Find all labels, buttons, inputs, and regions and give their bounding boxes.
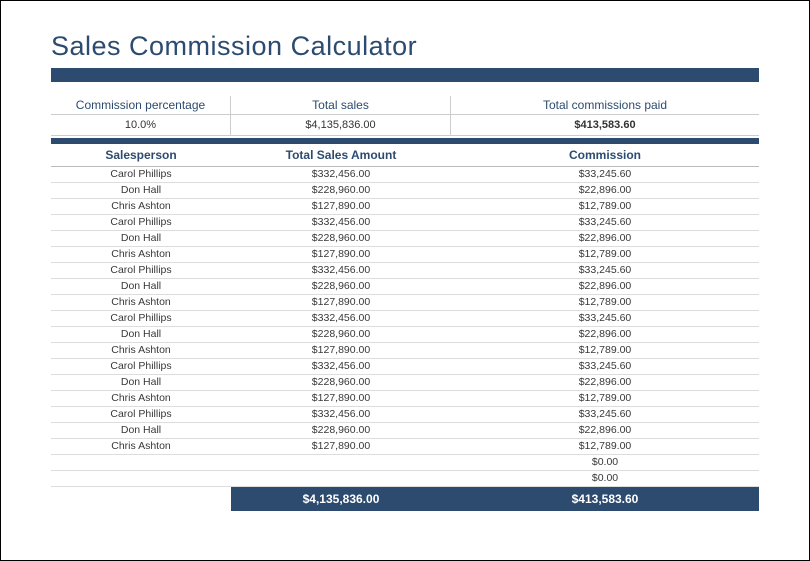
totals-empty-cell — [51, 487, 231, 511]
cell-amount: $127,890.00 — [231, 247, 451, 262]
table-row: Don Hall$228,960.00$22,896.00 — [51, 231, 759, 247]
summary-header-row: Commission percentage Total sales Total … — [51, 96, 759, 114]
cell-salesperson: Carol Phillips — [51, 359, 231, 374]
cell-salesperson: Don Hall — [51, 183, 231, 198]
cell-salesperson — [51, 471, 231, 486]
totals-amount: $4,135,836.00 — [231, 487, 451, 511]
cell-amount: $127,890.00 — [231, 343, 451, 358]
cell-commission: $22,896.00 — [451, 279, 759, 294]
page-title: Sales Commission Calculator — [51, 31, 759, 62]
title-divider-bar — [51, 68, 759, 82]
cell-amount — [231, 455, 451, 470]
cell-commission: $22,896.00 — [451, 231, 759, 246]
cell-amount: $332,456.00 — [231, 167, 451, 182]
cell-commission: $0.00 — [451, 455, 759, 470]
table-row: Carol Phillips$332,456.00$33,245.60 — [51, 263, 759, 279]
cell-commission: $22,896.00 — [451, 375, 759, 390]
table-row: Don Hall$228,960.00$22,896.00 — [51, 375, 759, 391]
table-header-commission: Commission — [451, 144, 759, 166]
cell-amount: $228,960.00 — [231, 183, 451, 198]
cell-salesperson: Don Hall — [51, 375, 231, 390]
cell-salesperson: Chris Ashton — [51, 439, 231, 454]
table-row: Carol Phillips$332,456.00$33,245.60 — [51, 311, 759, 327]
table-row: Chris Ashton$127,890.00$12,789.00 — [51, 391, 759, 407]
table-body: Carol Phillips$332,456.00$33,245.60Don H… — [51, 167, 759, 487]
cell-commission: $22,896.00 — [451, 183, 759, 198]
cell-amount: $127,890.00 — [231, 199, 451, 214]
cell-salesperson: Carol Phillips — [51, 215, 231, 230]
table-row: Don Hall$228,960.00$22,896.00 — [51, 423, 759, 439]
cell-salesperson: Carol Phillips — [51, 311, 231, 326]
table-totals-row: $4,135,836.00 $413,583.60 — [51, 487, 759, 511]
cell-commission: $22,896.00 — [451, 423, 759, 438]
table-row: Don Hall$228,960.00$22,896.00 — [51, 327, 759, 343]
summary-header-commission-pct: Commission percentage — [51, 96, 231, 114]
cell-amount — [231, 471, 451, 486]
cell-amount: $228,960.00 — [231, 327, 451, 342]
cell-salesperson: Chris Ashton — [51, 391, 231, 406]
cell-amount: $332,456.00 — [231, 215, 451, 230]
table-header-amount: Total Sales Amount — [231, 144, 451, 166]
cell-amount: $228,960.00 — [231, 375, 451, 390]
summary-header-total-sales: Total sales — [231, 96, 451, 114]
cell-salesperson: Carol Phillips — [51, 167, 231, 182]
cell-salesperson: Don Hall — [51, 279, 231, 294]
cell-commission: $12,789.00 — [451, 199, 759, 214]
cell-salesperson: Don Hall — [51, 327, 231, 342]
table-row: Carol Phillips$332,456.00$33,245.60 — [51, 215, 759, 231]
cell-commission: $12,789.00 — [451, 343, 759, 358]
cell-amount: $332,456.00 — [231, 311, 451, 326]
cell-commission: $33,245.60 — [451, 215, 759, 230]
summary-value-total-commissions: $413,583.60 — [451, 114, 759, 135]
table-row: Chris Ashton$127,890.00$12,789.00 — [51, 295, 759, 311]
cell-salesperson: Carol Phillips — [51, 263, 231, 278]
summary-header-total-commissions: Total commissions paid — [451, 96, 759, 114]
table-row: Don Hall$228,960.00$22,896.00 — [51, 183, 759, 199]
cell-commission: $12,789.00 — [451, 391, 759, 406]
table-header-salesperson: Salesperson — [51, 144, 231, 166]
cell-commission: $0.00 — [451, 471, 759, 486]
cell-amount: $228,960.00 — [231, 423, 451, 438]
cell-salesperson: Don Hall — [51, 423, 231, 438]
cell-salesperson: Chris Ashton — [51, 343, 231, 358]
table-row: $0.00 — [51, 471, 759, 487]
cell-commission: $12,789.00 — [451, 295, 759, 310]
cell-commission: $33,245.60 — [451, 263, 759, 278]
cell-amount: $228,960.00 — [231, 231, 451, 246]
table-row: Chris Ashton$127,890.00$12,789.00 — [51, 343, 759, 359]
table-row: Chris Ashton$127,890.00$12,789.00 — [51, 439, 759, 455]
cell-salesperson: Carol Phillips — [51, 407, 231, 422]
table-row: Carol Phillips$332,456.00$33,245.60 — [51, 359, 759, 375]
cell-amount: $127,890.00 — [231, 391, 451, 406]
table-row: Carol Phillips$332,456.00$33,245.60 — [51, 167, 759, 183]
cell-amount: $332,456.00 — [231, 359, 451, 374]
cell-salesperson: Chris Ashton — [51, 295, 231, 310]
summary-value-commission-pct: 10.0% — [51, 114, 231, 135]
table-row: Don Hall$228,960.00$22,896.00 — [51, 279, 759, 295]
cell-commission: $33,245.60 — [451, 407, 759, 422]
cell-amount: $332,456.00 — [231, 263, 451, 278]
totals-commission: $413,583.60 — [451, 487, 759, 511]
table-row: Chris Ashton$127,890.00$12,789.00 — [51, 199, 759, 215]
cell-amount: $127,890.00 — [231, 439, 451, 454]
cell-amount: $228,960.00 — [231, 279, 451, 294]
cell-salesperson: Chris Ashton — [51, 247, 231, 262]
cell-salesperson — [51, 455, 231, 470]
cell-commission: $12,789.00 — [451, 247, 759, 262]
cell-salesperson: Chris Ashton — [51, 199, 231, 214]
cell-commission: $12,789.00 — [451, 439, 759, 454]
summary-value-row: 10.0% $4,135,836.00 $413,583.60 — [51, 114, 759, 136]
cell-commission: $22,896.00 — [451, 327, 759, 342]
cell-amount: $332,456.00 — [231, 407, 451, 422]
table-header-row: Salesperson Total Sales Amount Commissio… — [51, 144, 759, 167]
table-row: Chris Ashton$127,890.00$12,789.00 — [51, 247, 759, 263]
summary-value-total-sales: $4,135,836.00 — [231, 114, 451, 135]
cell-salesperson: Don Hall — [51, 231, 231, 246]
cell-amount: $127,890.00 — [231, 295, 451, 310]
table-row: $0.00 — [51, 455, 759, 471]
cell-commission: $33,245.60 — [451, 167, 759, 182]
cell-commission: $33,245.60 — [451, 311, 759, 326]
table-row: Carol Phillips$332,456.00$33,245.60 — [51, 407, 759, 423]
cell-commission: $33,245.60 — [451, 359, 759, 374]
